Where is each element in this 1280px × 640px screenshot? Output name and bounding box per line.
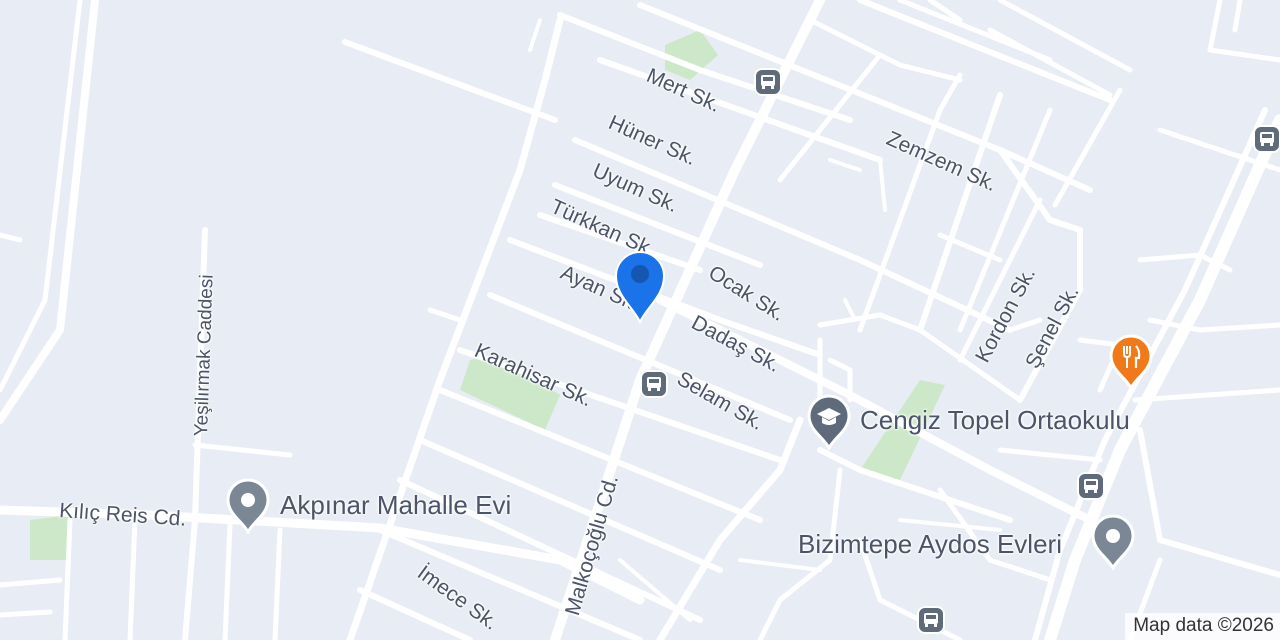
bus-stop-icon[interactable] <box>1077 472 1105 500</box>
bus-stop-icon[interactable] <box>754 68 782 96</box>
bus-stop-icon[interactable] <box>917 606 945 634</box>
school-icon[interactable] <box>806 394 852 450</box>
poi-label-akpinar: Akpınar Mahalle Evi <box>280 490 512 520</box>
restaurant-icon[interactable] <box>1108 334 1154 390</box>
poi-label-bizimtepe: Bizimtepe Aydos Evleri <box>798 529 1062 559</box>
place-pin-icon[interactable] <box>225 478 271 534</box>
bus-stop-icon[interactable] <box>640 370 668 398</box>
map-attribution[interactable]: Map data ©2026 <box>1125 613 1280 640</box>
location-marker-icon[interactable] <box>612 248 668 324</box>
bus-stop-icon[interactable] <box>1253 125 1280 153</box>
map-canvas[interactable]: Mert Sk. Hüner Sk. Uyum Sk. Türkkan Sk. … <box>0 0 1280 640</box>
place-pin-icon[interactable] <box>1090 514 1136 570</box>
poi-label-cengiz-topel: Cengiz Topel Ortaokulu <box>860 405 1130 435</box>
